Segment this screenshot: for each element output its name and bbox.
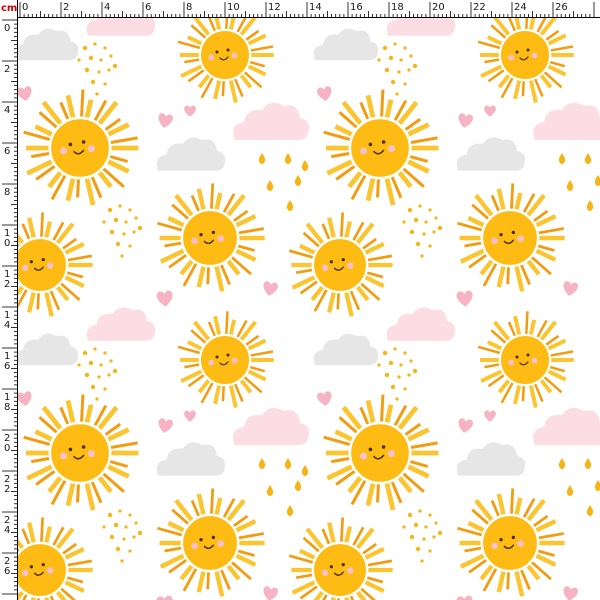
ruler-left: 02468101214161820222426: [0, 0, 18, 600]
ruler-label-top: 16: [350, 2, 363, 13]
ruler-label-left: 4: [4, 320, 10, 331]
ruler-label-left: 4: [4, 105, 10, 116]
ruler-top: 0 2 4 6 8 10 12 14 16 18 20 22 24 26: [0, 0, 600, 18]
ruler-label-left: 8: [4, 402, 10, 413]
ruler-label-top: 24: [514, 2, 527, 13]
ruler-label-left: 8: [4, 187, 10, 198]
ruler-label-top: 8: [186, 2, 192, 13]
ruler-label-top: 18: [391, 2, 404, 13]
ruler-label-top: 20: [432, 2, 445, 13]
ruler-label-top: 6: [145, 2, 151, 13]
ruler-label-top: 2: [63, 2, 69, 13]
fabric-preview: 0 2 4 6 8 10 12 14 16 18 20 22 24 26 0246810121416182…: [0, 0, 600, 600]
ruler-label-top: 12: [268, 2, 281, 13]
ruler-label-top: 10: [227, 2, 240, 13]
ruler-label-top: 14: [309, 2, 322, 13]
ruler-label-left: 6: [4, 566, 10, 577]
ruler-unit: cm: [1, 3, 18, 14]
ruler-label-left: 6: [4, 146, 10, 157]
ruler-label-top: 26: [555, 2, 568, 13]
ruler-label-left: 0: [4, 443, 10, 454]
ruler-label-left: 2: [4, 484, 10, 495]
cloud-icon: [386, 18, 456, 36]
ruler-label-left: 2: [4, 279, 10, 290]
ruler-label-top: 0: [22, 2, 28, 13]
ruler-label-left: 0: [4, 238, 10, 249]
ruler-label-left: 0: [4, 23, 10, 34]
ruler-label-top: 4: [104, 2, 110, 13]
ruler-label-left: 4: [4, 525, 10, 536]
ruler-label-top: 22: [473, 2, 486, 13]
cloud-icon: [86, 18, 156, 36]
ruler-label-left: 2: [4, 64, 10, 75]
ruler-label-left: 6: [4, 361, 10, 372]
pattern-canvas: [18, 18, 600, 600]
